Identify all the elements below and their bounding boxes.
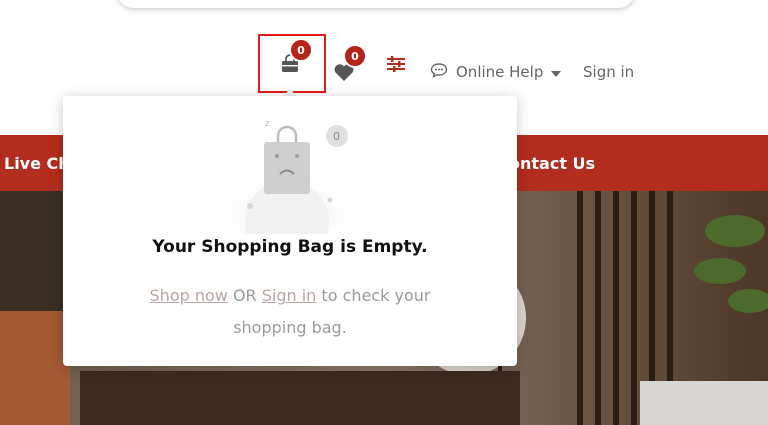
preferences-button[interactable]: [384, 40, 408, 92]
shopping-bag-button[interactable]: 0: [258, 34, 326, 93]
empty-bag-title: Your Shopping Bag is Empty.: [152, 237, 428, 257]
empty-bag-illustration: z 0: [207, 119, 367, 234]
sliders-icon: [386, 55, 406, 77]
wishlist-count-badge: 0: [343, 44, 367, 68]
caret-down-icon: [551, 63, 562, 81]
popup-caret: [283, 89, 297, 96]
empty-bag-message: Shop now OR Sign in to check your shoppi…: [123, 280, 457, 344]
wishlist-button[interactable]: 0: [332, 40, 367, 92]
mini-cart-popup: z 0 Your Shopping Bag is Empty. Shop now…: [63, 96, 517, 366]
svg-text:z: z: [265, 119, 270, 129]
chat-bubble-icon: [430, 62, 448, 82]
header-actions: 0 0 Online Help Sign in: [0, 34, 768, 102]
popup-sign-in-link[interactable]: Sign in: [262, 286, 317, 305]
nav-item-contact-us[interactable]: ontact Us: [509, 135, 595, 191]
sign-in-link[interactable]: Sign in: [583, 60, 634, 84]
search-bar[interactable]: [118, 0, 634, 8]
or-text: OR: [227, 286, 262, 305]
online-help-dropdown[interactable]: Online Help: [430, 60, 562, 84]
shop-now-link[interactable]: Shop now: [150, 286, 228, 305]
bag-count-badge: 0: [289, 38, 313, 62]
online-help-label: Online Help: [456, 63, 544, 81]
illustration-count: 0: [333, 130, 340, 143]
